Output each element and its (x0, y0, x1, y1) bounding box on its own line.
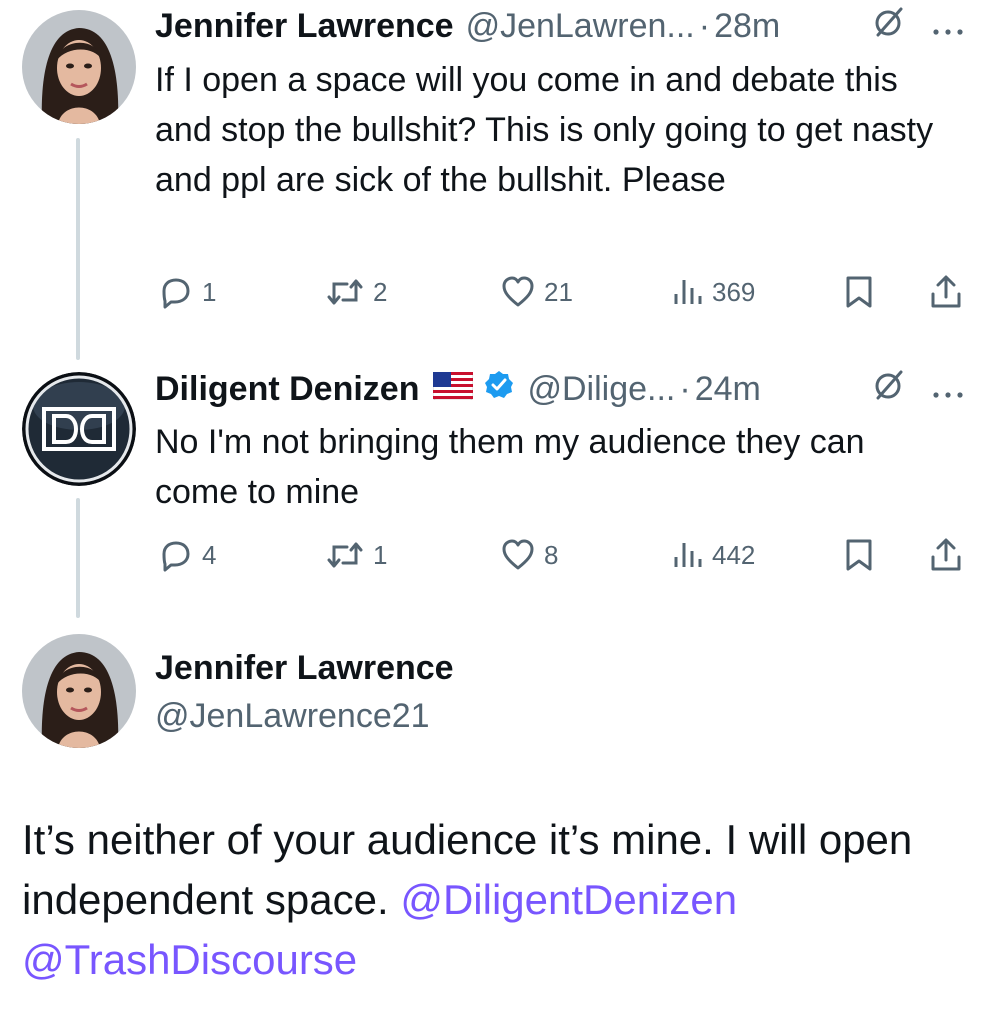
retweet-count: 1 (373, 539, 388, 570)
reply-icon (158, 274, 194, 310)
mention-trash-discourse[interactable]: @TrashDiscourse (22, 936, 357, 983)
share-button[interactable] (929, 533, 963, 577)
author-handle[interactable]: @JenLawren... (466, 6, 695, 46)
bookmark-button[interactable] (843, 270, 875, 314)
author-name[interactable]: Jennifer Lawrence (155, 6, 454, 46)
tweet-header: Diligent Denizen @Dilige... · 24m (155, 369, 964, 409)
like-count: 8 (544, 539, 559, 570)
timestamp[interactable]: 24m (695, 369, 761, 409)
grok-icon[interactable] (872, 368, 906, 411)
avatar-jennifer-lawrence[interactable] (22, 634, 136, 748)
views-count: 369 (712, 276, 756, 307)
tweet-header: Jennifer Lawrence @JenLawren... · 28m (155, 6, 964, 46)
avatar-jennifer-lawrence[interactable] (22, 10, 136, 124)
heart-icon (500, 537, 536, 573)
thread-line (76, 138, 80, 360)
share-icon (929, 537, 963, 573)
views-icon (672, 274, 704, 310)
views-icon (672, 537, 704, 573)
bookmark-icon (843, 537, 875, 573)
like-button[interactable]: 8 (500, 533, 558, 577)
views-button[interactable]: 442 (672, 533, 755, 577)
mention-diligent-denizen[interactable]: @DiligentDenizen (400, 876, 737, 923)
tweet-text: No I'm not bringing them my audience the… (155, 423, 865, 511)
reply-button[interactable]: 1 (158, 270, 216, 314)
tweet-1[interactable]: Jennifer Lawrence @JenLawren... · 28m If… (0, 0, 988, 360)
retweet-button[interactable]: 2 (325, 270, 387, 314)
more-icon[interactable] (932, 6, 964, 46)
main-tweet-text: It’s neither of your audience it’s mine.… (22, 810, 958, 990)
bookmark-icon (843, 274, 875, 310)
views-button[interactable]: 369 (672, 270, 755, 314)
like-button[interactable]: 21 (500, 270, 573, 314)
timestamp[interactable]: 28m (714, 6, 780, 46)
reply-icon (158, 537, 194, 573)
action-bar: 4 1 8 442 (155, 533, 970, 577)
retweet-button[interactable]: 1 (325, 533, 387, 577)
main-tweet[interactable]: Jennifer Lawrence @JenLawrence21 It’s ne… (0, 630, 988, 1024)
bookmark-button[interactable] (843, 533, 875, 577)
share-icon (929, 274, 963, 310)
more-icon[interactable] (932, 369, 964, 409)
action-bar: 1 2 21 369 (155, 270, 970, 314)
retweet-icon (325, 537, 365, 573)
reply-count: 1 (202, 276, 217, 307)
heart-icon (500, 274, 536, 310)
separator: · (679, 370, 691, 408)
reply-button[interactable]: 4 (158, 533, 216, 577)
tweet-2[interactable]: Diligent Denizen @Dilige... · 24m No I'm… (0, 360, 988, 630)
retweet-count: 2 (373, 276, 388, 307)
author-name[interactable]: Diligent Denizen (155, 369, 419, 409)
reply-count: 4 (202, 539, 217, 570)
author-handle[interactable]: @Dilige... (527, 369, 675, 409)
share-button[interactable] (929, 270, 963, 314)
avatar-diligent-denizen[interactable] (22, 372, 136, 486)
retweet-icon (325, 274, 365, 310)
tweet-text: If I open a space will you come in and d… (155, 61, 934, 199)
us-flag-icon (432, 369, 474, 409)
separator: · (698, 7, 711, 45)
grok-icon[interactable] (872, 5, 906, 48)
verified-badge-icon[interactable] (483, 369, 515, 410)
views-count: 442 (712, 539, 756, 570)
thread-line (76, 498, 80, 618)
author-handle[interactable]: @JenLawrence21 (155, 696, 430, 736)
author-name[interactable]: Jennifer Lawrence (155, 648, 454, 688)
like-count: 21 (544, 276, 573, 307)
